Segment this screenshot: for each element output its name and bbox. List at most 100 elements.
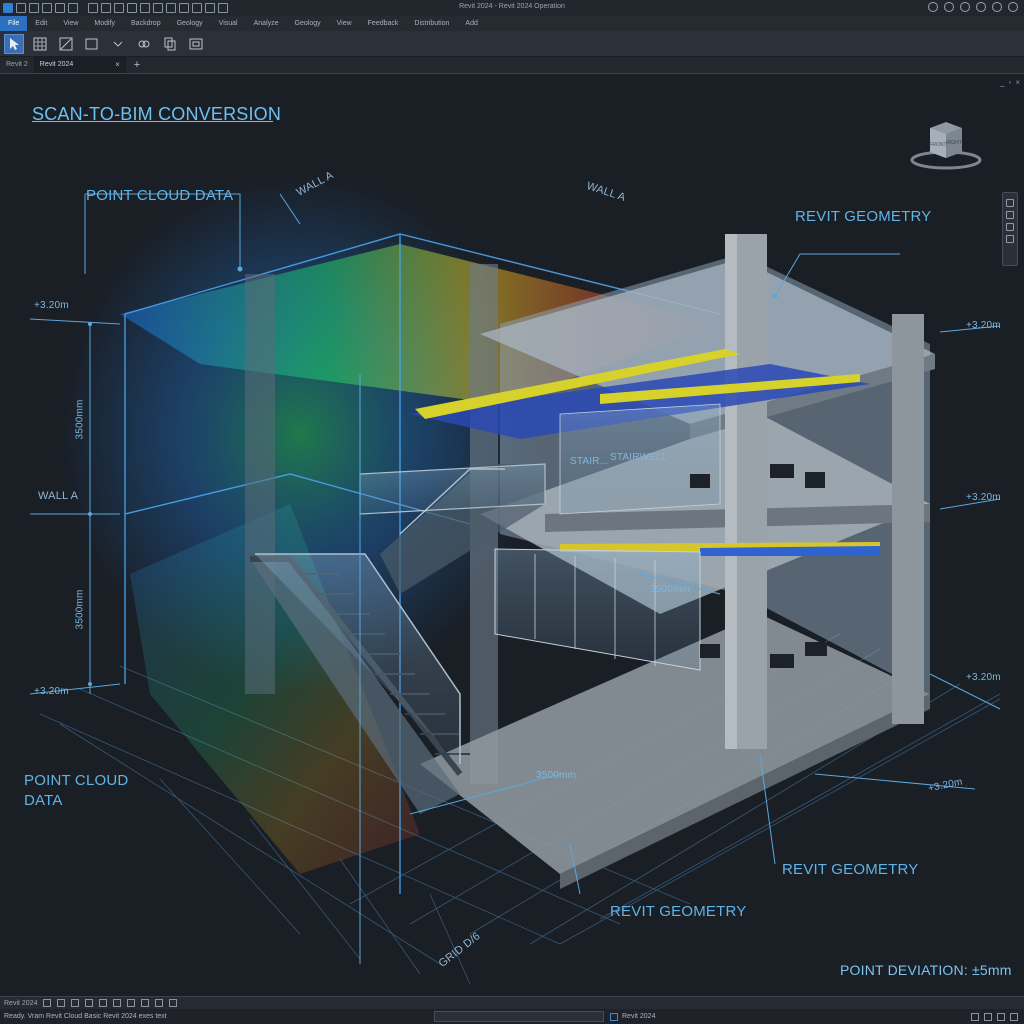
tab-view-2[interactable]: View [329,16,360,31]
switch-windows-icon[interactable] [205,3,215,13]
orbit-icon[interactable] [1006,235,1014,243]
workset-selector[interactable]: Revit 2024 [610,1012,656,1021]
doc-tab-label: Revit 2024 [39,61,74,68]
3d-viewport[interactable]: _ ▫ × FRONT RIGHT SCAN-TO-BIM CONVERSION… [0,74,1024,996]
tab-edit[interactable]: Edit [27,16,55,31]
minimize-icon[interactable] [1008,2,1018,12]
minimize-view-icon[interactable]: _ [1000,78,1004,87]
print-icon[interactable] [88,3,98,13]
tab-analyze[interactable]: Analyze [246,16,287,31]
doc-tab-revit-2[interactable]: Revit 2 [0,57,34,73]
link-icon [138,40,150,47]
detail-level-icon[interactable] [57,999,66,1007]
navigation-bar [1002,192,1018,266]
redo-icon[interactable] [68,3,78,13]
grid-tool[interactable] [30,34,50,54]
filter-icon[interactable] [1010,1012,1018,1021]
customize-qa-icon[interactable] [218,3,228,13]
wall-a-label-left: WALL A [38,490,79,502]
view-tool[interactable] [186,34,206,54]
doc-tab-revit-2024[interactable]: Revit 2024 × [33,57,126,73]
status-tab-label[interactable]: Revit 2024 [4,1000,37,1007]
tag-icon[interactable] [127,3,137,13]
viewcube[interactable]: FRONT RIGHT [908,114,984,174]
tab-add[interactable]: Add [457,16,485,31]
elevation-tl: +3.20m [34,300,69,311]
window-icon [189,38,203,49]
select-links-icon[interactable] [984,1012,992,1021]
help-icon[interactable] [976,2,986,12]
tab-distribution[interactable]: Distribution [406,16,457,31]
link-tool[interactable] [134,34,154,54]
restore-view-icon[interactable]: ▫ [1008,78,1011,87]
pan-icon[interactable] [1006,223,1014,231]
elevation-mr: +3.20m [966,492,1001,503]
box-tool[interactable] [82,34,102,54]
revit-geometry-label-top: REVIT GEOMETRY [795,208,932,225]
new-tab-button[interactable]: + [126,59,140,71]
section-icon[interactable] [166,3,176,13]
temp-hide-icon[interactable] [155,999,164,1007]
tab-modify[interactable]: Modify [86,16,123,31]
status-message: Ready. Vram Revit Cloud Basic Revit 2024… [4,1013,167,1020]
crop-view-icon[interactable] [113,999,122,1007]
undo-icon[interactable] [55,3,65,13]
revit-geometry-label-mid: REVIT GEOMETRY [782,861,919,878]
elevation-bl: +3.20m [34,686,69,697]
align-icon [59,37,73,50]
select-tool[interactable] [4,33,24,54]
align-tool[interactable] [56,34,76,54]
tab-geology-2[interactable]: Geology [287,16,329,31]
revit-app-icon[interactable] [3,3,13,13]
shadows-icon[interactable] [99,999,108,1007]
viewcube-right[interactable]: RIGHT [946,140,962,146]
workset-icon [610,1012,618,1021]
dimension-room: 3500mm [650,584,691,595]
tab-file[interactable]: File [0,16,28,31]
3d-view-icon[interactable] [153,3,163,13]
tab-view[interactable]: View [55,16,86,31]
dimension-icon[interactable] [114,3,124,13]
reveal-hidden-icon[interactable] [169,999,178,1007]
scale-icon[interactable] [43,999,52,1007]
text-icon[interactable] [140,3,150,13]
close-hidden-icon[interactable] [192,3,202,13]
grid-icon [33,37,47,50]
lock-view-icon[interactable] [141,999,150,1007]
save-icon[interactable] [29,3,39,13]
search-icon[interactable] [928,2,938,12]
steering-wheel-icon[interactable] [1006,199,1014,207]
measure-icon[interactable] [101,3,111,13]
tab-feedback[interactable]: Feedback [360,16,407,31]
close-view-icon[interactable]: × [1015,78,1020,87]
account-icon[interactable] [944,2,954,12]
visual-style-icon[interactable] [71,999,80,1007]
status-input-field[interactable] [434,1011,604,1022]
design-options-icon[interactable] [971,1012,979,1021]
close-icon[interactable]: × [115,57,120,73]
viewcube-front[interactable]: FRONT [929,142,946,148]
settings-icon[interactable] [992,2,1002,12]
status-bar: Ready. Vram Revit Cloud Basic Revit 2024… [0,1009,1024,1024]
thin-lines-icon[interactable] [179,3,189,13]
revit-window: Revit 2024 - Revit 2024 Operation File E… [0,0,1024,1024]
room-tag-2: STAIRWELL [610,452,668,463]
tab-geology[interactable]: Geology [169,16,211,31]
open-icon[interactable] [16,3,26,13]
show-crop-icon[interactable] [127,999,136,1007]
dimension-floor: 3500mm [536,770,577,781]
zoom-icon[interactable] [1006,211,1014,219]
workset-label: Revit 2024 [622,1013,656,1020]
doc-tab-label: Revit 2 [6,61,28,68]
point-cloud-column [245,274,275,694]
dropdown-tool[interactable] [108,34,128,54]
tab-backdrop[interactable]: Backdrop [123,16,169,31]
tab-visual[interactable]: Visual [211,16,246,31]
sun-path-icon[interactable] [85,999,94,1007]
exchange-icon[interactable] [960,2,970,12]
quick-access-toolbar [0,0,228,16]
select-underlay-icon[interactable] [997,1012,1005,1021]
ribbon-tabs: File Edit View Modify Backdrop Geology V… [0,16,1024,31]
sync-icon[interactable] [42,3,52,13]
copy-tool[interactable] [160,34,180,54]
